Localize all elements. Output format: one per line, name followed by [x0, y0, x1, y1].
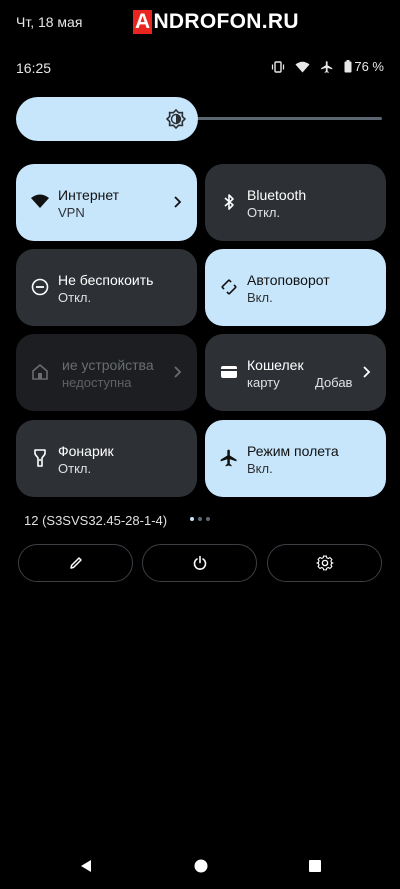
tile-internet[interactable]: Интернет VPN	[16, 164, 197, 241]
home-nav-icon[interactable]	[193, 858, 209, 874]
tile-airplane-label: Режим полета	[247, 443, 339, 459]
tile-dnd-sub: Откл.	[58, 290, 92, 305]
chevron-right-icon	[171, 364, 185, 380]
back-icon[interactable]	[78, 858, 94, 874]
page-dot	[190, 517, 194, 521]
battery-indicator: 76 %	[344, 59, 384, 74]
chevron-right-icon	[360, 364, 374, 380]
edit-icon	[69, 557, 82, 569]
battery-icon	[344, 60, 352, 73]
tile-autorotate-sub: Вкл.	[247, 290, 273, 305]
status-icons: 76 %	[271, 59, 384, 74]
page-dot	[198, 517, 202, 521]
battery-percent: 76 %	[354, 59, 384, 74]
vibrate-icon	[271, 60, 285, 74]
tile-wallet-sub: карту	[247, 375, 280, 390]
date-text: Чт, 18 мая	[16, 14, 83, 30]
edit-button[interactable]	[18, 544, 133, 582]
tile-wallet[interactable]: Кошелек карту Добав	[205, 334, 386, 411]
tile-flashlight-label: Фонарик	[58, 443, 114, 459]
tile-home-devices[interactable]: ие устройства недоступна	[16, 334, 197, 411]
tile-home-devices-label: ие устройства	[62, 357, 154, 373]
recents-icon[interactable]	[307, 858, 323, 874]
tile-internet-label: Интернет	[58, 187, 120, 203]
tile-flashlight-sub: Откл.	[58, 461, 92, 476]
watermark-logo: A NDROFON.RU	[133, 10, 299, 34]
brightness-track[interactable]	[186, 117, 382, 120]
airplane-icon	[219, 448, 239, 468]
wifi-status-icon	[295, 61, 310, 73]
power-button[interactable]	[142, 544, 257, 582]
settings-icon	[316, 555, 333, 571]
tile-internet-sub: VPN	[58, 205, 85, 220]
home-icon	[30, 362, 50, 382]
status-bar: 16:25 76 %	[0, 56, 400, 80]
tile-autorotate-label: Автоповорот	[247, 272, 330, 288]
tile-home-devices-sub: недоступна	[62, 375, 132, 390]
chevron-right-icon	[171, 194, 185, 210]
tile-bluetooth-label: Bluetooth	[247, 187, 307, 203]
tile-bluetooth[interactable]: Bluetooth Откл.	[205, 164, 386, 241]
top-bar: Чт, 18 мая A NDROFON.RU	[0, 0, 400, 42]
wifi-icon	[30, 192, 50, 212]
bluetooth-icon	[219, 192, 239, 212]
tile-dnd[interactable]: Не беспокоить Откл.	[16, 249, 197, 326]
wallet-icon	[219, 362, 239, 382]
tile-wallet-label: Кошелек	[247, 357, 304, 373]
brightness-slider[interactable]	[16, 97, 382, 141]
tile-flashlight[interactable]: Фонарик Откл.	[16, 420, 197, 497]
tile-bluetooth-sub: Откл.	[247, 205, 281, 220]
tile-airplane[interactable]: Режим полета Вкл.	[205, 420, 386, 497]
tile-autorotate[interactable]: Автоповорот Вкл.	[205, 249, 386, 326]
settings-button[interactable]	[267, 544, 382, 582]
flashlight-icon	[30, 448, 50, 468]
brightness-icon[interactable]	[165, 108, 187, 130]
dnd-icon	[30, 277, 50, 297]
tile-dnd-label: Не беспокоить	[58, 272, 154, 288]
power-icon	[193, 555, 206, 570]
watermark-letter: A	[133, 10, 153, 34]
rotate-icon	[219, 277, 239, 297]
build-number[interactable]: 12 (S3SVS32.45-28-1-4)	[24, 513, 167, 528]
watermark-text: NDROFON.RU	[153, 10, 299, 33]
tile-airplane-sub: Вкл.	[247, 461, 273, 476]
navigation-bar	[0, 845, 400, 889]
page-indicator	[190, 517, 210, 521]
tile-wallet-sub-2: Добав	[315, 375, 353, 390]
airplane-status-icon	[320, 60, 334, 74]
clock: 16:25	[16, 60, 52, 76]
page-dot	[206, 517, 210, 521]
